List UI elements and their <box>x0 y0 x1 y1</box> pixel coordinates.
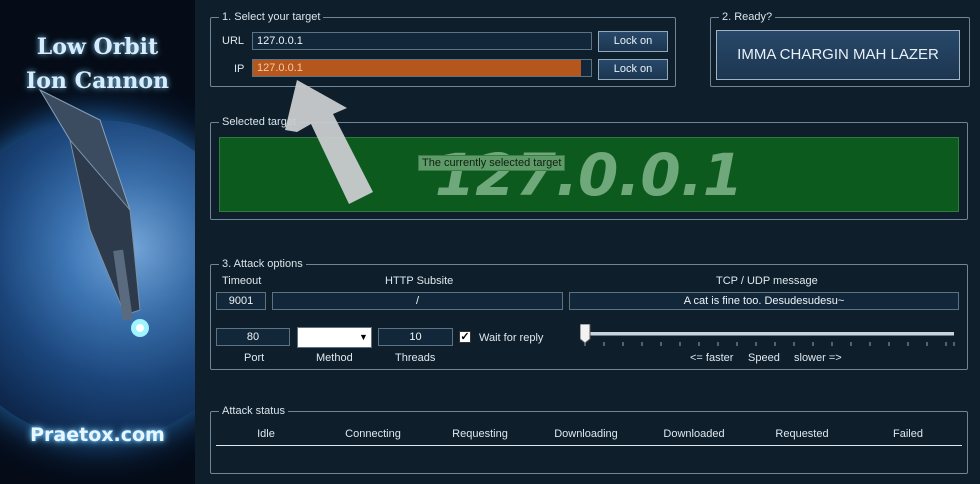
tcp-udp-message-label: TCP / UDP message <box>716 275 818 287</box>
speed-slider-thumb[interactable] <box>580 324 591 344</box>
tcp-udp-message-input[interactable]: A cat is fine too. Desudesudesu~ <box>569 292 959 310</box>
threads-input[interactable]: 10 <box>378 328 453 346</box>
url-label: URL <box>222 35 245 47</box>
threads-label: Threads <box>395 352 436 364</box>
up-arrow-icon <box>285 80 373 204</box>
select-target-legend: 1. Select your target <box>219 11 324 24</box>
status-divider <box>216 445 962 446</box>
fire-lazer-button[interactable]: IMMA CHARGIN MAH LAZER <box>716 30 960 80</box>
status-col-failed: Failed <box>893 428 923 440</box>
wait-for-reply-label: Wait for reply <box>479 332 544 344</box>
status-col-idle: Idle <box>257 428 275 440</box>
banner-title-line2: Ion Cannon <box>25 68 170 94</box>
status-col-downloaded: Downloaded <box>663 428 725 440</box>
timeout-input[interactable]: 9001 <box>216 292 266 310</box>
url-lock-on-button[interactable]: Lock on <box>598 31 668 52</box>
method-label: Method <box>316 352 353 364</box>
port-input[interactable]: 80 <box>216 328 290 346</box>
speed-faster-label: <= faster <box>690 352 734 364</box>
ip-input[interactable]: 127.0.0.1 <box>252 59 592 77</box>
http-subsite-label: HTTP Subsite <box>385 275 454 287</box>
ion-cannon-image <box>38 88 149 337</box>
chevron-down-icon[interactable]: ▼ <box>356 328 371 347</box>
attack-status-legend: Attack status <box>219 405 288 418</box>
speed-label: Speed <box>748 352 780 364</box>
ip-label: IP <box>234 63 245 75</box>
banner-site: Praetox.com <box>30 424 165 446</box>
timeout-label: Timeout <box>222 275 262 287</box>
url-input[interactable]: 127.0.0.1 <box>252 32 592 50</box>
speed-slider[interactable] <box>580 322 956 348</box>
speed-slider-track <box>584 332 954 336</box>
selected-target-tooltip: The currently selected target <box>418 155 566 171</box>
wait-for-reply-checkbox[interactable]: ✓ <box>459 331 471 343</box>
status-col-downloading: Downloading <box>554 428 618 440</box>
loic-banner: Low Orbit Ion Cannon Praetox.com <box>0 0 195 484</box>
ready-legend: 2. Ready? <box>719 11 776 24</box>
ip-input-value: 127.0.0.1 <box>257 62 303 74</box>
speed-slower-label: slower => <box>794 352 842 364</box>
status-col-connecting: Connecting <box>345 428 401 440</box>
ip-lock-on-button[interactable]: Lock on <box>598 59 668 80</box>
attack-status-group: Attack status <box>210 405 968 474</box>
http-subsite-input[interactable]: / <box>272 292 563 310</box>
attack-options-legend: 3. Attack options <box>219 258 306 271</box>
speed-slider-ticks <box>584 342 955 346</box>
status-col-requesting: Requesting <box>452 428 508 440</box>
status-col-requested: Requested <box>775 428 829 440</box>
method-select[interactable]: ▼ <box>297 327 372 348</box>
port-label: Port <box>244 352 265 364</box>
banner-title-line1: Low Orbit <box>36 34 159 60</box>
